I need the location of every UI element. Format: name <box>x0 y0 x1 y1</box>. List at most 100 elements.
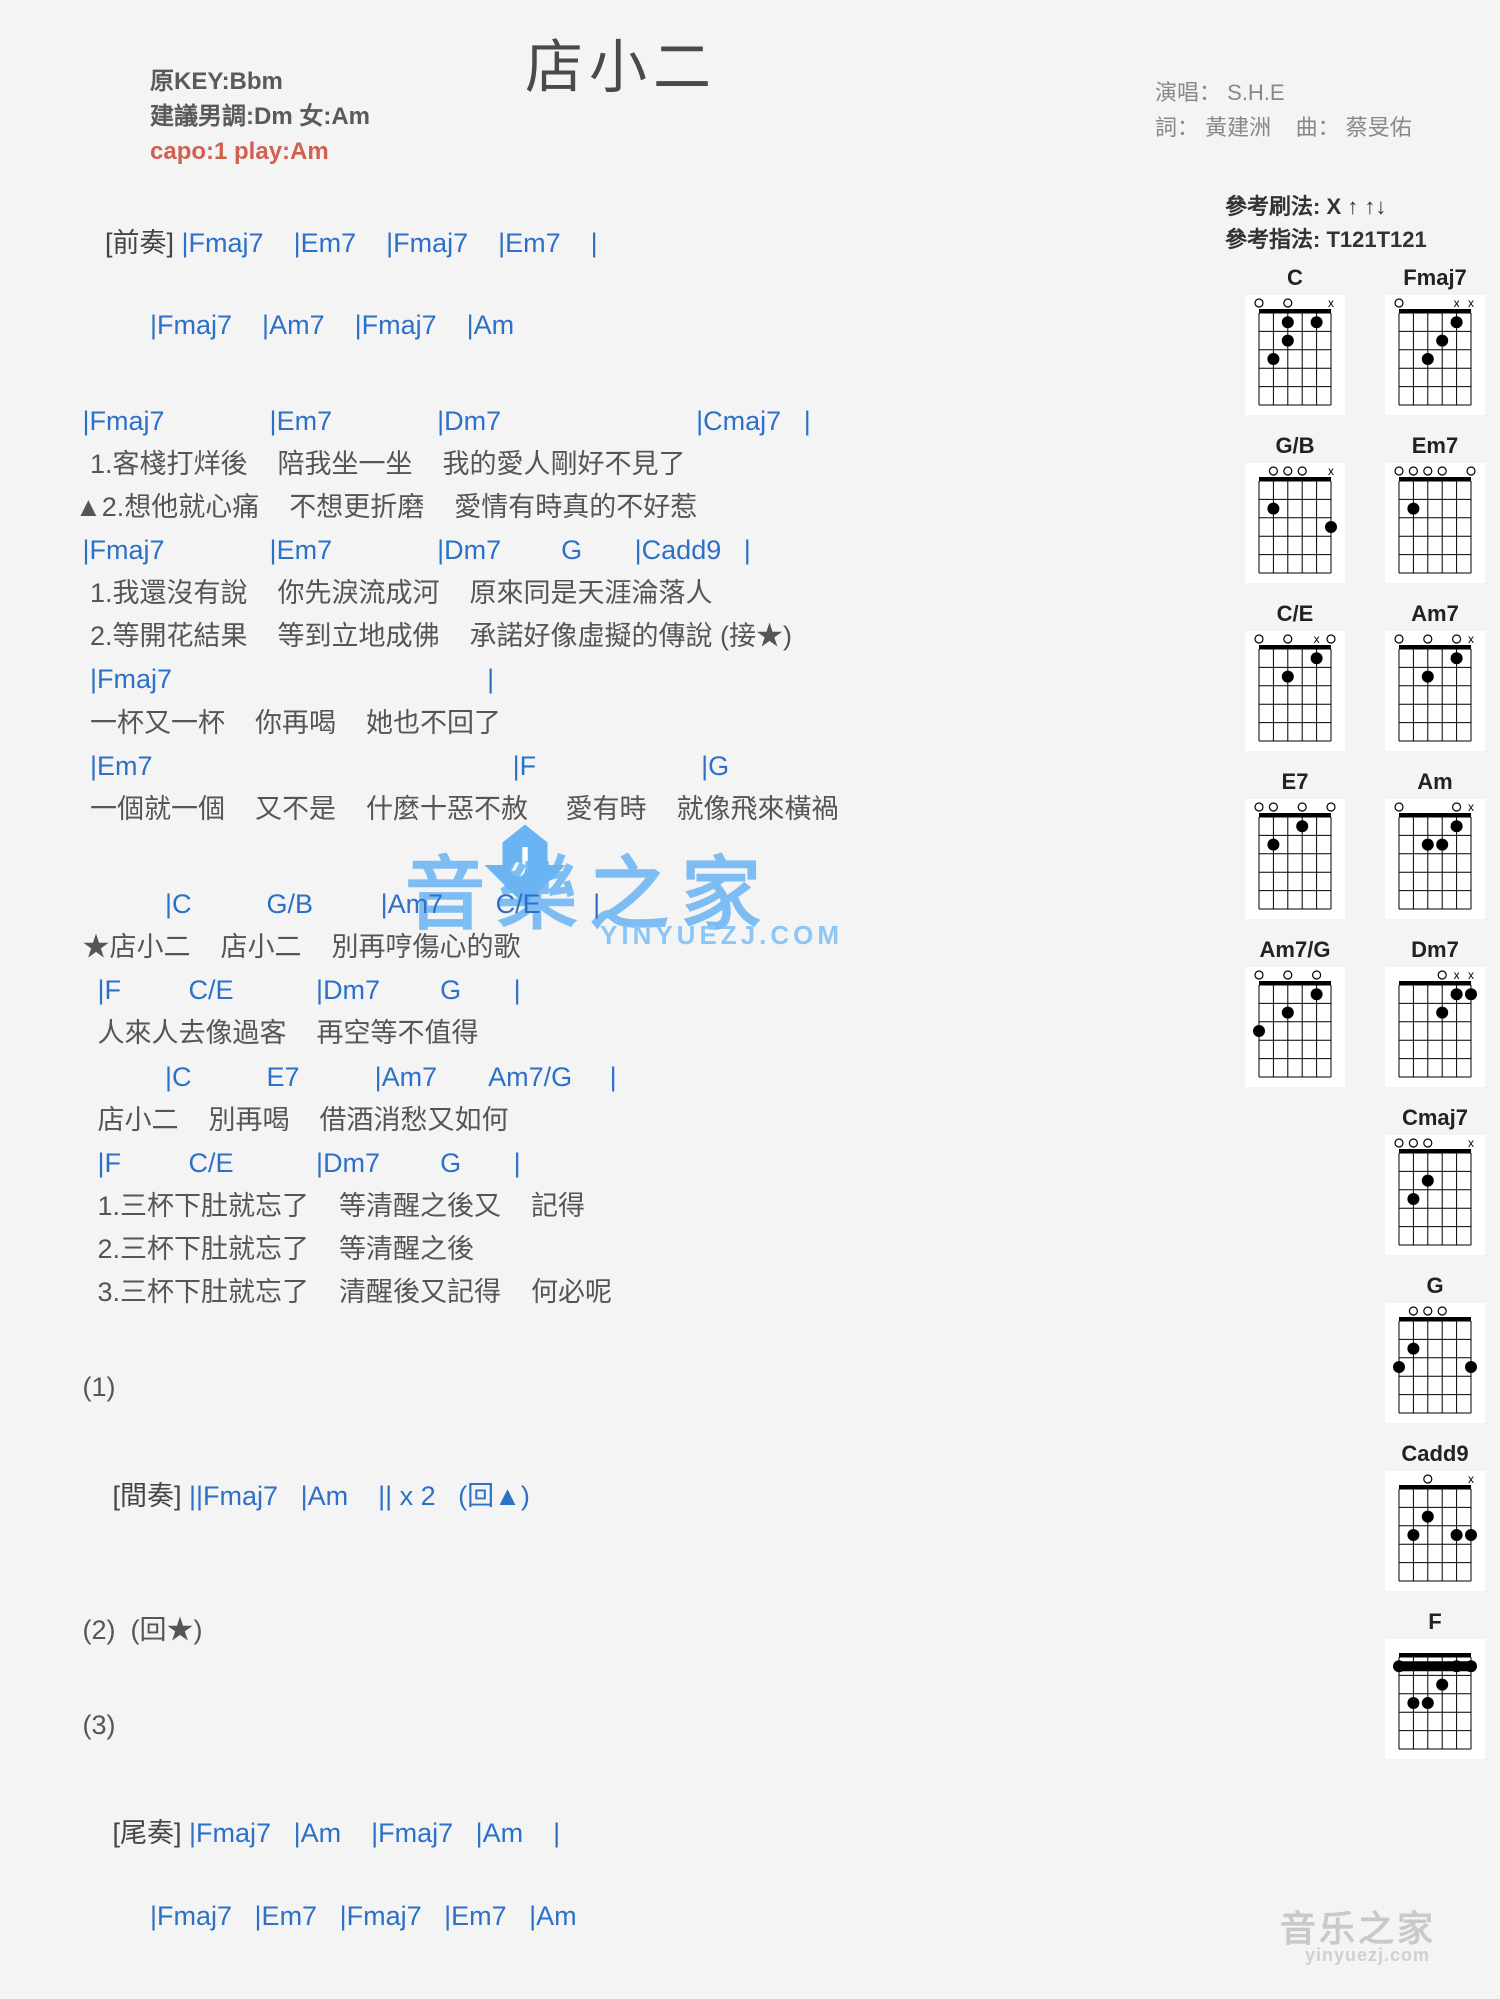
chord-diagram-row: F <box>1175 1609 1485 1759</box>
chord-box-e7: E7 <box>1245 769 1345 919</box>
chord-diagram-row: G <box>1175 1273 1485 1423</box>
verse-lyric-1a: 1.客棧打烊後 陪我坐一坐 我的愛人剛好不見了 <box>75 445 1125 484</box>
chord-diagram-column: CxFmaj7xxG/BxEm7C/ExAm7xE7AmxAm7/GDm7xxC… <box>1175 265 1485 1777</box>
chord-diagram-row: CxFmaj7xx <box>1175 265 1485 415</box>
chord-name-label: F <box>1428 1609 1441 1635</box>
chord-box-g-b: G/B x <box>1245 433 1345 583</box>
verse-lyric-2a: 1.我還沒有說 你先淚流成河 原來同是天涯淪落人 <box>75 574 1125 613</box>
chord-diagram-icon: x <box>1245 631 1345 751</box>
repeat-marker-3: (3) <box>75 1706 1125 1745</box>
verse-lyric-3: 一杯又一杯 你再喝 她也不回了 <box>75 704 1125 743</box>
chord-diagram-row: C/ExAm7x <box>1175 601 1485 751</box>
verse-chords-3: |Fmaj7 | <box>75 660 1125 699</box>
capo-info: capo:1 play:Am <box>150 135 370 170</box>
svg-text:x: x <box>1454 296 1460 310</box>
singer-value: S.H.E <box>1227 80 1284 105</box>
repeat-marker-2: (2) (回★) <box>75 1611 1125 1650</box>
verse-lyric-1b: ▲2.想他就心痛 不想更折磨 愛情有時真的不好惹 <box>75 488 1125 527</box>
outro-section-label: [尾奏] <box>105 1818 182 1848</box>
chorus-lyric-4b: 2.三杯下肚就忘了 等清醒之後 <box>75 1230 1125 1269</box>
chord-diagram-row: Cadd9x <box>1175 1441 1485 1591</box>
svg-text:x: x <box>1468 1472 1474 1486</box>
chord-name-label: Cmaj7 <box>1402 1105 1468 1131</box>
watermark-small-sub: yinyuezj.com <box>1305 1945 1430 1966</box>
chord-diagram-row: Am7/G Dm7xx <box>1175 937 1485 1087</box>
strum-value: X ↑ ↑↓ <box>1326 194 1386 219</box>
verse-chords-4: |Em7 |F |G <box>75 747 1125 786</box>
chord-box-c-e: C/Ex <box>1245 601 1345 751</box>
svg-text:x: x <box>1314 632 1320 646</box>
intro-chords-line2: |Fmaj7 |Am7 |Fmaj7 |Am <box>75 306 1125 345</box>
chord-diagram-row: E7 Am x <box>1175 769 1485 919</box>
chord-box-em7: Em7 <box>1385 433 1485 583</box>
lyricist-label: 詞： <box>1155 115 1199 140</box>
chord-diagram-row: G/B x Em7 <box>1175 433 1485 583</box>
chord-box-f: F <box>1385 1609 1485 1759</box>
chord-box-cadd9: Cadd9x <box>1385 1441 1485 1591</box>
chord-box-am7-g: Am7/G <box>1245 937 1345 1087</box>
strum-label: 參考刷法: <box>1225 194 1320 219</box>
svg-text:x: x <box>1468 632 1474 646</box>
chorus-lyric-3: 店小二 別再喝 借酒消愁又如何 <box>75 1101 1125 1140</box>
svg-text:x: x <box>1468 968 1474 982</box>
chord-name-label: Am <box>1417 769 1452 795</box>
svg-text:x: x <box>1468 296 1474 310</box>
chorus-lyric-2: 人來人去像過客 再空等不值得 <box>75 1014 1125 1053</box>
suggested-key: 建議男調:Dm 女:Am <box>150 100 370 135</box>
chord-diagram-icon: x <box>1385 1471 1485 1591</box>
chorus-chords-3: |C E7 |Am7 Am7/G | <box>75 1058 1125 1097</box>
interlude-section-label: [間奏] <box>105 1481 182 1511</box>
verse-lyric-2b: 2.等開花結果 等到立地成佛 承諾好像虛擬的傳說 (接★) <box>75 617 1125 656</box>
finger-value: T121T121 <box>1326 227 1426 252</box>
repeat-marker-1: (1) <box>75 1368 1125 1407</box>
chord-name-label: E7 <box>1282 769 1309 795</box>
chorus-chords-1: |C G/B |Am7 C/E | <box>75 885 1125 924</box>
composer-label: 曲： <box>1296 115 1340 140</box>
chord-box-g: G <box>1385 1273 1485 1423</box>
svg-text:x: x <box>1468 1136 1474 1150</box>
chorus-lyric-1: ★店小二 店小二 別再哼傷心的歌 <box>75 928 1125 967</box>
chord-box-dm7: Dm7xx <box>1385 937 1485 1087</box>
finger-label: 參考指法: <box>1225 227 1320 252</box>
lyricist-value: 黃建洲 <box>1205 115 1271 140</box>
meta-right-block: 演唱： S.H.E 詞： 黃建洲 曲： 蔡旻佑 <box>1155 75 1412 145</box>
chord-box-c: Cx <box>1245 265 1345 415</box>
singer-label: 演唱： <box>1155 80 1221 105</box>
song-title: 店小二 <box>525 20 717 104</box>
verse-chords-2: |Fmaj7 |Em7 |Dm7 G |Cadd9 | <box>75 531 1125 570</box>
chord-diagram-icon: x <box>1385 799 1485 919</box>
chord-box-am: Am x <box>1385 769 1485 919</box>
chord-box-am7: Am7 x <box>1385 601 1485 751</box>
svg-text:x: x <box>1328 296 1334 310</box>
chorus-lyric-4a: 1.三杯下肚就忘了 等清醒之後又 記得 <box>75 1187 1125 1226</box>
chord-box-fmaj7: Fmaj7xx <box>1385 265 1485 415</box>
original-key: 原KEY:Bbm <box>150 65 370 100</box>
chord-diagram-icon <box>1385 1639 1485 1759</box>
svg-text:x: x <box>1454 968 1460 982</box>
play-guide: 參考刷法: X ↑ ↑↓ 參考指法: T121T121 <box>1225 190 1427 256</box>
chord-diagram-icon: xx <box>1385 967 1485 1087</box>
verse-lyric-4: 一個就一個 又不是 什麼十惡不赦 愛有時 就像飛來橫禍 <box>75 790 1125 829</box>
chorus-lyric-4c: 3.三杯下肚就忘了 清醒後又記得 何必呢 <box>75 1273 1125 1312</box>
chord-name-label: C/E <box>1277 601 1314 627</box>
chord-name-label: Fmaj7 <box>1403 265 1467 291</box>
chord-name-label: Am7 <box>1411 601 1459 627</box>
chord-name-label: G <box>1426 1273 1443 1299</box>
chord-sheet-content: [前奏] |Fmaj7 |Em7 |Fmaj7 |Em7 | |Fmaj7 |A… <box>75 185 1125 1940</box>
svg-text:x: x <box>1468 800 1474 814</box>
outro-chords-line2: |Fmaj7 |Em7 |Fmaj7 |Em7 |Am <box>75 1897 1125 1936</box>
chord-diagram-icon: x <box>1385 1135 1485 1255</box>
svg-text:x: x <box>1328 464 1334 478</box>
chorus-chords-4: |F C/E |Dm7 G | <box>75 1144 1125 1183</box>
chord-name-label: Cadd9 <box>1401 1441 1468 1467</box>
chord-name-label: C <box>1287 265 1303 291</box>
chord-name-label: G/B <box>1275 433 1314 459</box>
interlude-chords: ||Fmaj7 |Am || x 2 (回▲) <box>182 1481 530 1511</box>
composer-value: 蔡旻佑 <box>1346 115 1412 140</box>
chord-diagram-icon: x <box>1385 631 1485 751</box>
verse-chords-1: |Fmaj7 |Em7 |Dm7 |Cmaj7 | <box>75 402 1125 441</box>
chord-name-label: Am7/G <box>1260 937 1331 963</box>
chord-diagram-icon: x <box>1245 295 1345 415</box>
chord-diagram-icon <box>1245 967 1345 1087</box>
meta-left-block: 原KEY:Bbm 建議男調:Dm 女:Am capo:1 play:Am <box>150 65 370 169</box>
